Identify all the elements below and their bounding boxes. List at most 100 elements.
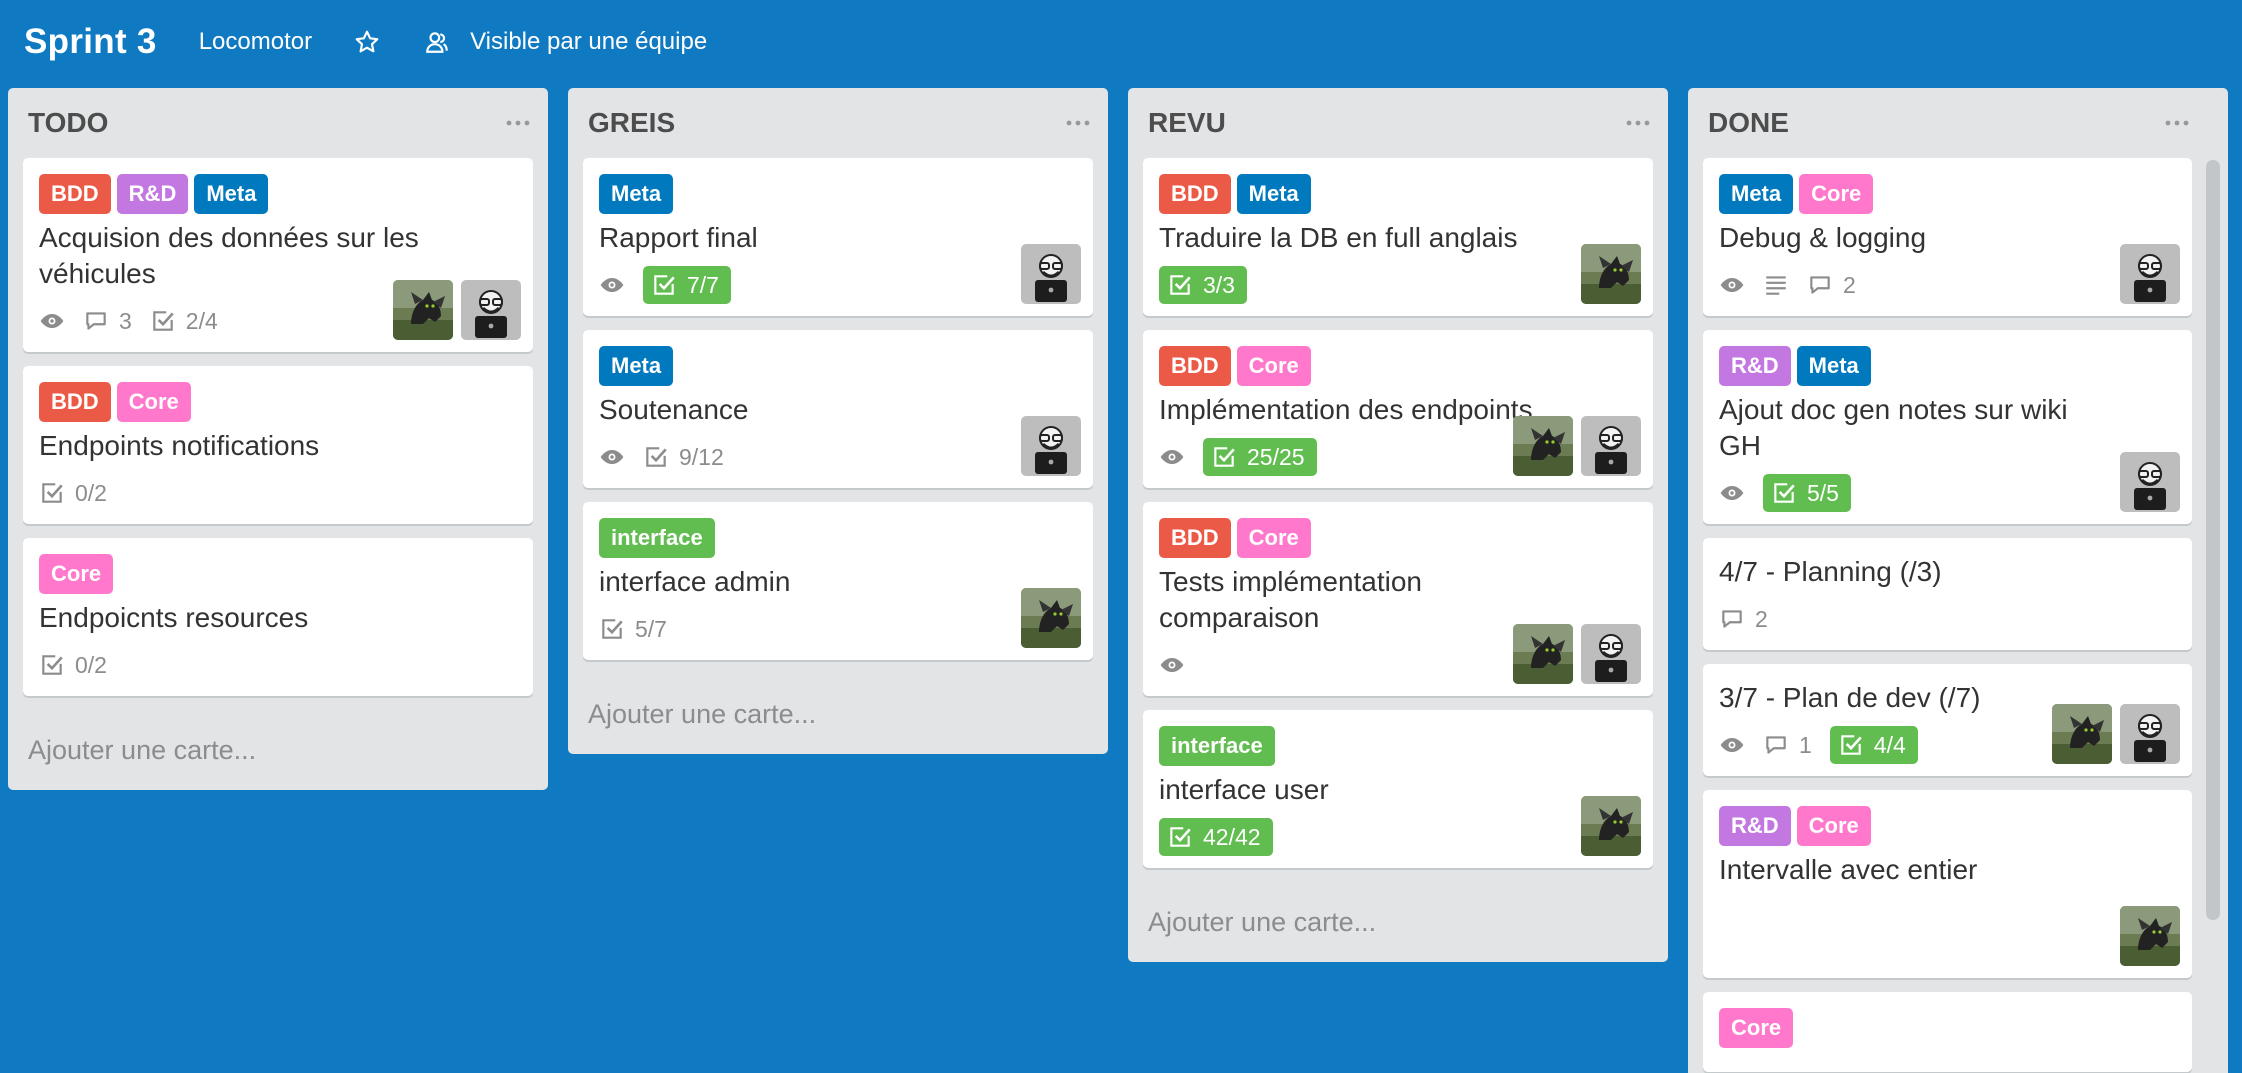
avatar[interactable] [1021,416,1081,476]
avatar[interactable] [1581,624,1641,684]
ellipsis-icon[interactable] [2162,113,2192,133]
badge-value: 42/42 [1203,823,1261,850]
avatar[interactable] [1021,244,1081,304]
card-badges: 2 [1719,600,2178,638]
card[interactable]: BDD Meta Traduire la DB en full anglais 3/3 [1143,158,1653,316]
label-meta: Meta [1719,174,1794,214]
card[interactable]: Meta Core Debug & logging 2 [1703,158,2192,316]
card[interactable]: interface interface user 42/42 [1143,710,1653,868]
comment-badge: 1 [1763,732,1812,759]
card-badges: 42/42 [1159,818,1639,856]
list-scrollbar[interactable] [2206,160,2220,920]
ellipsis-icon[interactable] [1063,113,1093,133]
card-labels: R&D Meta [1719,346,2178,386]
checklist-badge: 25/25 [1203,438,1317,476]
label-bdd: BDD [1159,518,1231,558]
label-meta: Meta [194,174,269,214]
card-members [2120,452,2180,512]
list-title[interactable]: TODO [28,107,108,139]
avatar[interactable] [2120,244,2180,304]
card-labels: BDD Core [1159,518,1639,558]
list-title[interactable]: GREIS [588,107,675,139]
eye-icon [1719,480,1745,506]
ellipsis-icon[interactable] [503,113,533,133]
avatar[interactable] [2120,452,2180,512]
label-core: Core [116,382,191,422]
card-title: interface admin [599,566,791,597]
card-title: interface user [1159,774,1329,805]
label-rd: R&D [116,174,189,214]
checklist-badge: 9/12 [643,444,724,471]
card-title: Rapport final [599,222,758,253]
card[interactable]: R&D Core Intervalle avec entier [1703,790,2192,978]
card-members [1021,416,1081,476]
card[interactable]: BDD Core Tests implémentation comparaison [1143,502,1653,696]
comment-badge: 2 [1807,272,1856,299]
avatar[interactable] [1513,416,1573,476]
checklist-badge: 0/2 [39,652,107,679]
add-card-button[interactable]: Ajouter une carte... [1143,882,1653,962]
label-rd: R&D [1719,806,1791,846]
card[interactable]: interface interface admin 5/7 [583,502,1093,660]
add-card-button[interactable]: Ajouter une carte... [23,710,533,790]
label-bdd: BDD [1159,174,1231,214]
card[interactable]: Core Endpoicnts resources 0/2 [23,538,533,696]
badge-value: 2/4 [185,307,218,334]
card[interactable]: Meta Soutenance 9/12 [583,330,1093,488]
avatar[interactable] [1513,624,1573,684]
badge-value: 9/12 [679,443,724,470]
star-icon[interactable] [352,27,382,57]
card-members [1021,244,1081,304]
avatar[interactable] [1581,244,1641,304]
avatar[interactable] [1581,796,1641,856]
badge-value: 3 [119,307,132,334]
card-labels: Meta [599,174,1079,214]
avatar[interactable] [2052,704,2112,764]
checklist-badge: 2/4 [150,308,218,335]
avatar[interactable] [2120,906,2180,966]
card-labels: Core [39,554,519,594]
card[interactable]: Core [1703,992,2192,1072]
eye-icon [1719,272,1745,298]
board-header: Sprint 3 Locomotor Visible par une équip… [0,0,2242,84]
badge-value: 0/2 [75,651,107,678]
card-members [2120,906,2180,966]
card-members [1581,796,1641,856]
badge-value: 25/25 [1247,443,1305,470]
avatar[interactable] [393,280,453,340]
avatar[interactable] [1021,588,1081,648]
avatar[interactable] [461,280,521,340]
card[interactable]: BDD R&D Meta Acquision des données sur les … [23,158,533,352]
label-core: Core [39,554,114,594]
badge-value: 7/7 [687,271,719,298]
card[interactable]: 4/7 - Planning (/3) 2 [1703,538,2192,650]
avatar[interactable] [2120,704,2180,764]
card[interactable]: Meta Rapport final 7/7 [583,158,1093,316]
label-bdd: BDD [39,174,111,214]
avatar[interactable] [1581,416,1641,476]
card-badges: 5/5 [1719,474,2178,512]
card[interactable]: 3/7 - Plan de dev (/7) 1 4/4 [1703,664,2192,776]
list-done: DONE Meta Core Debug & logging 2 R&D Meta Ajout… [1688,88,2228,1073]
label-meta: Meta [599,174,674,214]
card-labels: R&D Core [1719,806,2178,846]
board-title[interactable]: Sprint 3 [24,22,157,62]
list-header: DONE [1703,88,2192,158]
eye-icon [1159,444,1185,470]
add-card-button[interactable]: Ajouter une carte... [583,674,1093,754]
card-title: 4/7 - Planning (/3) [1719,556,1942,587]
team-link[interactable]: Locomotor [199,28,312,56]
list-title[interactable]: DONE [1708,107,1789,139]
list-header: GREIS [583,88,1093,158]
card[interactable]: BDD Core Endpoints notifications 0/2 [23,366,533,524]
card-title: Traduire la DB en full anglais [1159,222,1518,253]
visibility-button[interactable]: Visible par une équipe [424,27,707,57]
label-meta: Meta [1236,174,1311,214]
card-labels: BDD Core [1159,346,1639,386]
card[interactable]: R&D Meta Ajout doc gen notes sur wiki GH 5/… [1703,330,2192,524]
ellipsis-icon[interactable] [1623,113,1653,133]
card-labels: BDD R&D Meta [39,174,519,214]
list-title[interactable]: REVU [1148,107,1226,139]
card-title: Endpoicnts resources [39,602,309,633]
card[interactable]: BDD Core Implémentation des endpoints 25/25 [1143,330,1653,488]
